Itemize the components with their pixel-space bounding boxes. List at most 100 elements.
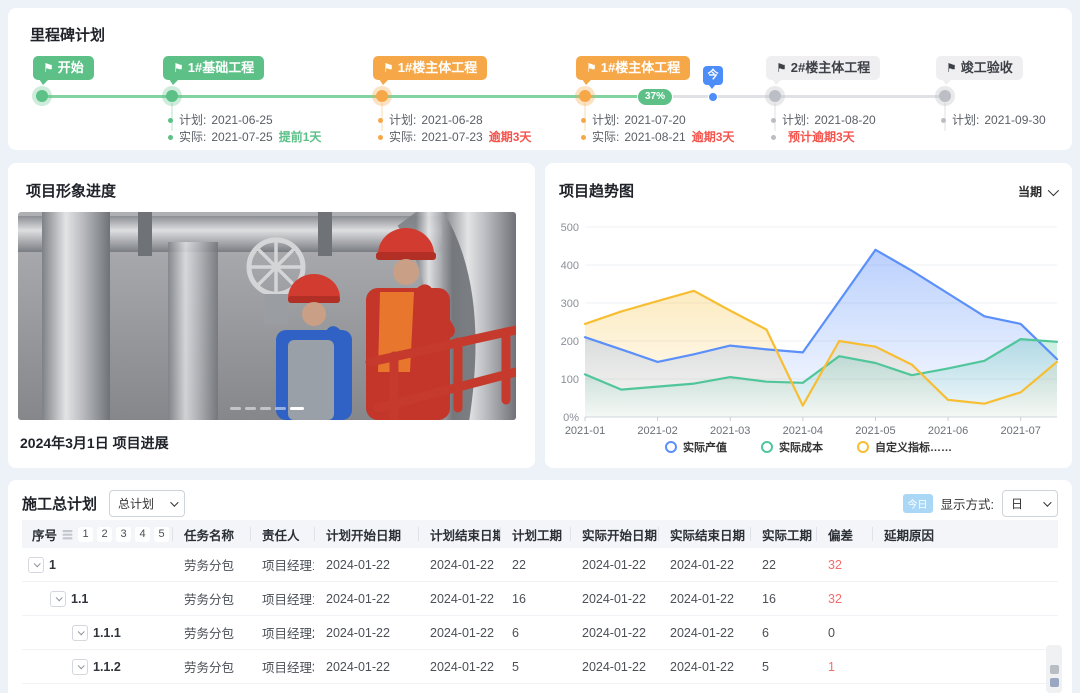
display-mode-select[interactable]: 日 bbox=[1002, 490, 1058, 517]
milestone-node[interactable] bbox=[36, 90, 48, 102]
actual-date-row: 实际:2021-08-21逾期3天 bbox=[581, 129, 734, 146]
chevron-down-icon bbox=[77, 628, 84, 635]
milestone-label[interactable]: ⚑1#楼主体工程 bbox=[373, 56, 487, 80]
column-header: 偏差 bbox=[816, 520, 872, 548]
owner-cell: 项目经理2 bbox=[250, 616, 314, 649]
flag-icon: ⚑ bbox=[383, 61, 394, 75]
progress-pill: 37% bbox=[637, 88, 673, 106]
carousel-dot[interactable] bbox=[245, 407, 256, 411]
actual-days-cell: 16 bbox=[750, 582, 816, 615]
actual-start-cell: 2024-01-22 bbox=[570, 582, 658, 615]
seq-cell: 1.1 bbox=[22, 582, 172, 615]
carousel-dot[interactable] bbox=[290, 407, 304, 411]
delta-badge: 逾期3天 bbox=[692, 129, 735, 146]
period-dropdown[interactable]: 当期 bbox=[1018, 183, 1056, 200]
delay-reason-cell bbox=[872, 548, 1058, 581]
chevron-down-icon bbox=[1048, 184, 1059, 195]
actual-date: 2021-07-25 bbox=[211, 129, 272, 146]
milestone-node[interactable] bbox=[939, 90, 951, 102]
photo-carousel[interactable] bbox=[18, 212, 516, 420]
schedule-toolbar: 施工总计划 总计划 今日 显示方式: 日 bbox=[22, 490, 1058, 517]
owner-cell: 项目经理1 bbox=[250, 582, 314, 615]
delay-reason-cell bbox=[872, 650, 1058, 683]
carousel-dot[interactable] bbox=[260, 407, 271, 411]
carousel-dot[interactable] bbox=[275, 407, 286, 411]
seq-cell: 1.1.2 bbox=[22, 650, 172, 683]
svg-text:2021-06: 2021-06 bbox=[928, 425, 968, 435]
bullet-dot bbox=[771, 135, 776, 140]
timeline-remaining-line bbox=[655, 95, 948, 98]
today-button[interactable]: 今日 bbox=[903, 494, 933, 513]
plan-label: 计划: bbox=[952, 112, 979, 129]
plan-end-cell: 2024-01-22 bbox=[418, 582, 500, 615]
milestone-label[interactable]: ⚑1#楼主体工程 bbox=[576, 56, 690, 80]
widget-icon[interactable] bbox=[1050, 665, 1059, 674]
level-button-5[interactable]: 5 bbox=[154, 527, 169, 542]
plan-days-cell: 16 bbox=[500, 582, 570, 615]
svg-text:2021-04: 2021-04 bbox=[783, 425, 823, 435]
expand-toggle[interactable] bbox=[72, 659, 88, 675]
plan-label: 计划: bbox=[179, 112, 206, 129]
legend-item[interactable]: 实际产值 bbox=[665, 439, 727, 455]
plan-date: 2021-08-20 bbox=[814, 112, 875, 129]
milestone-node[interactable] bbox=[166, 90, 178, 102]
today-dot bbox=[708, 92, 718, 102]
expand-toggle[interactable] bbox=[28, 557, 44, 573]
plan-label: 计划: bbox=[782, 112, 809, 129]
milestone-label[interactable]: ⚑2#楼主体工程 bbox=[766, 56, 880, 80]
svg-text:2021-03: 2021-03 bbox=[710, 425, 750, 435]
schedule-title: 施工总计划 bbox=[22, 493, 97, 514]
milestone-label[interactable]: ⚑开始 bbox=[33, 56, 94, 80]
flag-icon: ⚑ bbox=[586, 61, 597, 75]
svg-text:100: 100 bbox=[561, 374, 579, 386]
legend-item[interactable]: 实际成本 bbox=[761, 439, 823, 455]
legend-item[interactable]: 自定义指标…… bbox=[857, 439, 952, 455]
level-button-2[interactable]: 2 bbox=[97, 527, 112, 542]
milestone-label[interactable]: ⚑1#基础工程 bbox=[163, 56, 264, 80]
level-button-4[interactable]: 4 bbox=[135, 527, 150, 542]
deviation-cell: 32 bbox=[816, 548, 872, 581]
chevron-down-icon bbox=[170, 498, 178, 506]
milestone-node[interactable] bbox=[769, 90, 781, 102]
milestone-node[interactable] bbox=[376, 90, 388, 102]
plan-start-cell: 2024-01-22 bbox=[314, 582, 418, 615]
chevron-down-icon bbox=[1043, 498, 1051, 506]
floating-widget[interactable] bbox=[1046, 645, 1062, 693]
forecast-delay: 预计逾期3天 bbox=[788, 129, 855, 146]
milestone-track: ⚑开始⚑1#基础工程计划:2021-06-25实际:2021-07-25提前1天… bbox=[8, 8, 1072, 150]
milestone-label[interactable]: ⚑竣工验收 bbox=[936, 56, 1023, 80]
today-badge: 今 bbox=[703, 66, 723, 85]
plan-days-cell: 22 bbox=[500, 548, 570, 581]
actual-start-cell: 2024-01-22 bbox=[570, 650, 658, 683]
svg-text:2021-05: 2021-05 bbox=[855, 425, 895, 435]
plan-type-select[interactable]: 总计划 bbox=[109, 490, 185, 517]
chevron-down-icon bbox=[77, 662, 84, 669]
widget-icon[interactable] bbox=[1050, 678, 1059, 687]
level-button-3[interactable]: 3 bbox=[116, 527, 131, 542]
plan-date-row: 计划:2021-09-30 bbox=[941, 112, 1046, 129]
flag-icon: ⚑ bbox=[946, 61, 957, 75]
expand-toggle[interactable] bbox=[72, 625, 88, 641]
deviation-cell: 32 bbox=[816, 582, 872, 615]
milestone-dates: 计划:2021-09-30 bbox=[941, 112, 1046, 129]
delay-reason-cell bbox=[872, 582, 1058, 615]
carousel-dot[interactable] bbox=[230, 407, 241, 411]
seq-cell: 1.1.1 bbox=[22, 616, 172, 649]
level-button-1[interactable]: 1 bbox=[78, 527, 93, 542]
legend-label: 实际成本 bbox=[779, 439, 823, 455]
plan-days-cell: 5 bbox=[500, 650, 570, 683]
plan-label: 计划: bbox=[389, 112, 416, 129]
flag-icon: ⚑ bbox=[173, 61, 184, 75]
period-label: 当期 bbox=[1018, 183, 1042, 200]
expand-toggle[interactable] bbox=[50, 591, 66, 607]
bullet-dot bbox=[378, 135, 383, 140]
task-name-cell: 劳务分包 bbox=[172, 548, 250, 581]
owner-cell: 项目经理1 bbox=[250, 548, 314, 581]
legend-marker bbox=[665, 441, 677, 453]
plan-start-cell: 2024-01-22 bbox=[314, 616, 418, 649]
milestone-node[interactable] bbox=[579, 90, 591, 102]
seq-cell: 1 bbox=[22, 548, 172, 581]
milestone-card: 里程碑计划 ⚑开始⚑1#基础工程计划:2021-06-25实际:2021-07-… bbox=[8, 8, 1072, 150]
plan-date-row: 计划:2021-07-20 bbox=[581, 112, 734, 129]
actual-label: 实际: bbox=[179, 129, 206, 146]
